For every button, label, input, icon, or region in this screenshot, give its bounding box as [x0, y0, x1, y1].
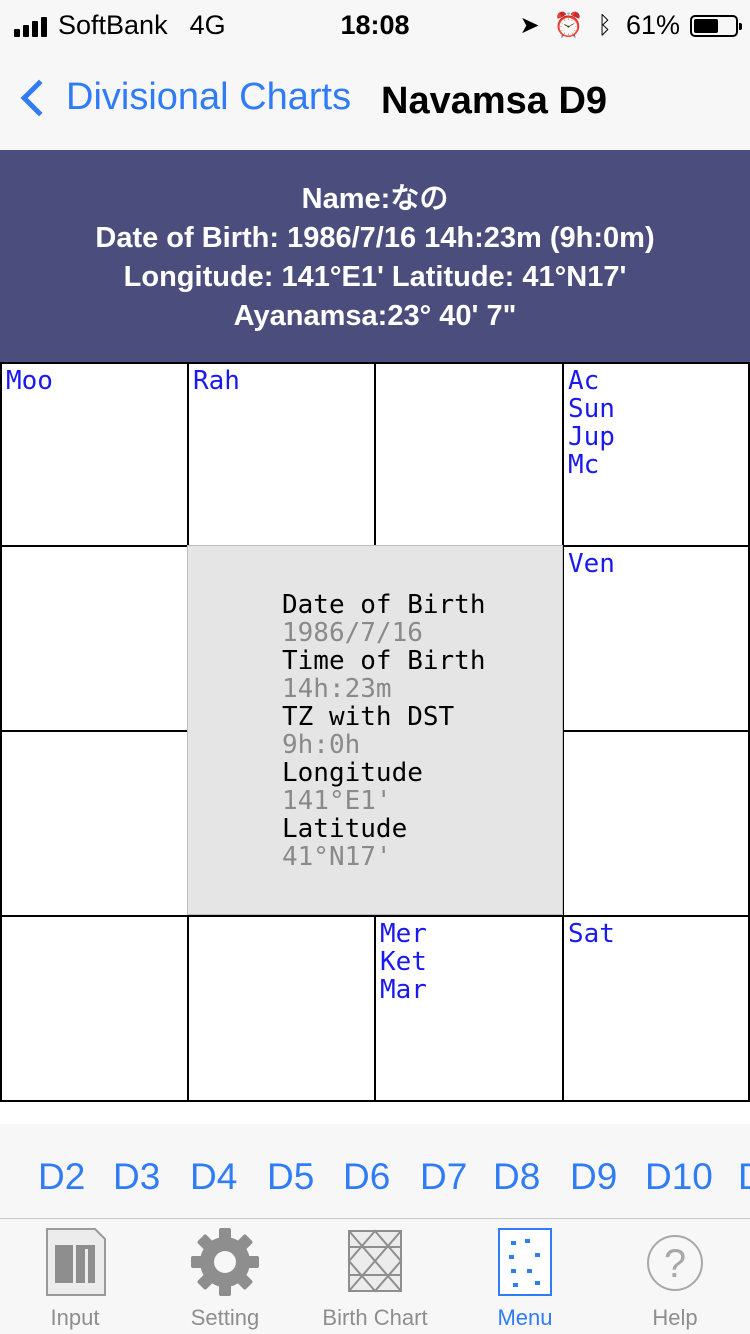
division-tab[interactable]: D6	[343, 1156, 390, 1198]
chart-house: Moo	[0, 362, 189, 547]
bluetooth-icon: ᛒ	[597, 11, 612, 39]
location-arrow-icon: ➤	[519, 12, 540, 39]
center-latitude-value: 41°N17'	[282, 842, 392, 872]
battery-percent: 61%	[625, 10, 680, 40]
battery-icon	[690, 14, 742, 37]
center-latitude-label: Latitude	[282, 814, 408, 844]
chart-house: Ven	[562, 545, 750, 732]
tab-birth-chart-label: Birth Chart	[322, 1305, 428, 1330]
battery-fill	[694, 18, 719, 33]
division-tab[interactable]: D5	[267, 1156, 314, 1198]
chart-house	[0, 730, 189, 917]
birth-info-banner: Name:なの Date of Birth: 1986/7/16 14h:23m…	[0, 150, 750, 363]
chart-house	[374, 362, 564, 547]
planet-label: Ven	[568, 549, 615, 579]
tab-help-label: Help	[652, 1305, 698, 1330]
back-button[interactable]: Divisional Charts	[18, 76, 351, 119]
status-bar: SoftBank 4G 18:08 ➤ ⏰ ᛒ 61%	[0, 0, 750, 50]
ayanamsa-line: Ayanamsa:23° 40' 7"	[233, 300, 517, 332]
division-tab[interactable]: D7	[420, 1156, 467, 1198]
tab-help[interactable]: ? Help	[600, 1219, 750, 1334]
center-dob-label: Date of Birth	[282, 590, 486, 620]
center-dob-value: 1986/7/16	[282, 618, 423, 648]
tab-bar: Input Setting Birth Chart Menu ? Help	[0, 1218, 750, 1334]
tab-setting[interactable]: Setting	[150, 1219, 300, 1334]
division-tab[interactable]: D8	[493, 1156, 540, 1198]
tab-setting-label: Setting	[190, 1305, 260, 1330]
alarm-icon: ⏰	[553, 12, 584, 39]
chart-center-details: Date of Birth 1986/7/16 Time of Birth 14…	[187, 545, 563, 915]
planet-label: Mc	[568, 450, 600, 480]
svg-text:?: ?	[664, 1242, 686, 1286]
input-icon	[46, 1228, 106, 1296]
planet-label: Sat	[568, 919, 615, 949]
division-tab[interactable]: D2	[38, 1156, 85, 1198]
tab-menu-label: Menu	[497, 1305, 553, 1330]
chart-house	[0, 545, 189, 732]
navamsa-chart: Sat Mer Ket Mar Ven Ac Sun Jup Mc Rah Moo Date of …	[0, 362, 750, 1102]
chart-house: Ac Sun Jup Mc	[562, 362, 750, 547]
chart-house: Sat	[562, 915, 750, 1102]
chart-house: Mer Ket Mar	[374, 915, 564, 1102]
chevron-left-icon	[20, 79, 58, 116]
center-longitude-value: 141°E1'	[282, 786, 392, 816]
back-button-label: Divisional Charts	[66, 76, 352, 118]
help-icon: ?	[647, 1235, 703, 1291]
tab-birth-chart[interactable]: Birth Chart	[300, 1219, 450, 1334]
planet-label: Sun	[568, 394, 615, 424]
chart-house	[562, 730, 750, 917]
location-line: Longitude: 141°E1' Latitude: 41°N17'	[123, 261, 627, 293]
division-tab[interactable]: D9	[570, 1156, 617, 1198]
planet-label: Jup	[568, 422, 615, 452]
planet-label: Ac	[568, 366, 600, 396]
page-title: Navamsa D9	[381, 80, 608, 122]
menu-icon	[498, 1228, 552, 1296]
center-longitude-label: Longitude	[282, 758, 423, 788]
chart-house	[0, 915, 189, 1102]
tab-input-label: Input	[50, 1305, 100, 1330]
planet-label: Rah	[193, 366, 240, 396]
status-right: ➤ ⏰ ᛒ 61%	[506, 10, 742, 41]
planet-label: Ket	[380, 947, 427, 977]
gear-icon	[191, 1228, 259, 1296]
center-tz-label: TZ with DST	[282, 702, 455, 732]
center-tob-value: 14h:23m	[282, 674, 392, 704]
planet-label: Mer	[380, 919, 427, 949]
division-tab[interactable]: D10	[645, 1156, 713, 1198]
chart-house	[187, 915, 376, 1102]
planet-label: Mar	[380, 975, 427, 1005]
center-tob-label: Time of Birth	[282, 646, 486, 676]
division-tab[interactable]: D3	[113, 1156, 160, 1198]
division-selector[interactable]: D2 D3 D4 D5 D6 D7 D8 D9 D10 D	[0, 1124, 750, 1219]
tab-input[interactable]: Input	[0, 1219, 150, 1334]
planet-label: Moo	[6, 366, 53, 396]
center-tz-value: 9h:0h	[282, 730, 361, 760]
name-line: Name:なの	[301, 183, 449, 215]
dob-line: Date of Birth: 1986/7/16 14h:23m (9h:0m)	[95, 222, 655, 254]
birth-chart-icon	[347, 1229, 403, 1293]
division-tab[interactable]: D	[738, 1156, 750, 1198]
navigation-bar: Divisional Charts Navamsa D9	[0, 50, 750, 150]
tab-menu[interactable]: Menu	[450, 1219, 600, 1334]
chart-house: Rah	[187, 362, 376, 547]
division-tab[interactable]: D4	[190, 1156, 237, 1198]
